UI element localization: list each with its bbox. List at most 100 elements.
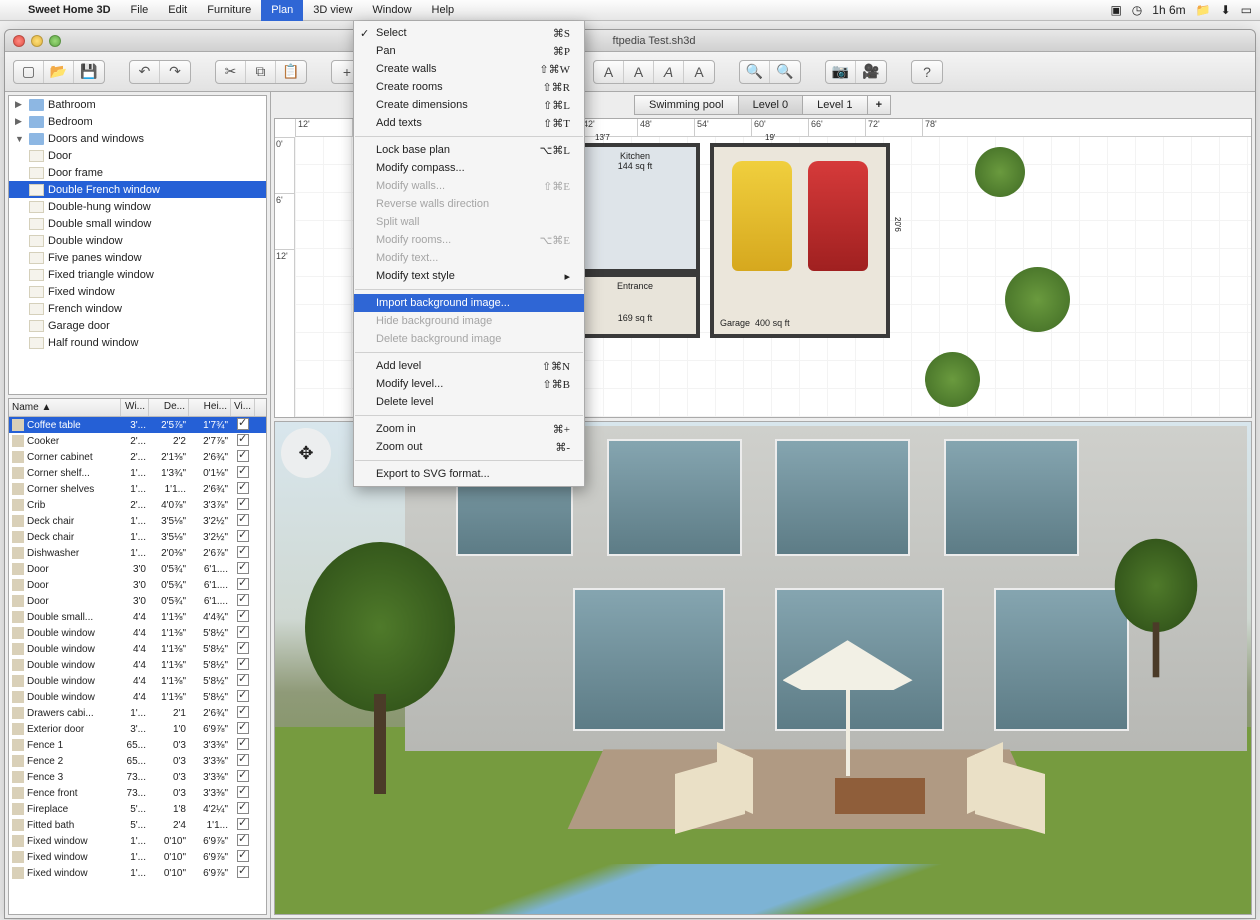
col-height[interactable]: Hei... [189,399,231,416]
decrease-button[interactable]: A [684,61,714,83]
furniture-list[interactable]: Name ▲ Wi... De... Hei... Vi... Coffee t… [8,398,267,915]
table-row[interactable]: Fitted bath5'...2'41'1... [9,817,266,833]
table-row[interactable]: Crib2'...4'0⅞"3'3⅞" [9,497,266,513]
italic-button[interactable]: A [624,61,654,83]
visible-checkbox[interactable] [237,546,249,558]
catalog-item[interactable]: Door frame [9,164,266,181]
car-yellow[interactable] [732,161,792,271]
menu-item[interactable]: Add texts⇧⌘T [354,114,584,132]
tab-swimming-pool[interactable]: Swimming pool [634,95,739,115]
table-row[interactable]: Fence 165...0'33'3⅜" [9,737,266,753]
menu-item[interactable]: Create walls⇧⌘W [354,60,584,78]
visible-checkbox[interactable] [237,850,249,862]
menu-item[interactable]: Lock base plan⌥⌘L [354,141,584,159]
visible-checkbox[interactable] [237,578,249,590]
table-row[interactable]: Fixed window1'...0'10"6'9⅞" [9,865,266,881]
table-row[interactable]: Door3'00'5¾"6'1.... [9,561,266,577]
zoom-out-button[interactable]: 🔍 [770,61,800,83]
help-button[interactable]: ? [912,61,942,83]
menu-plan[interactable]: Plan [261,0,303,21]
deck-chair-1[interactable] [675,764,745,824]
titlebar[interactable]: ftpedia Test.sh3d [5,30,1255,52]
catalog-item[interactable]: Double French window [9,181,266,198]
catalog-item[interactable]: Double-hung window [9,198,266,215]
menu-app[interactable]: Sweet Home 3D [18,0,121,21]
visible-checkbox[interactable] [237,562,249,574]
col-depth[interactable]: De... [149,399,189,416]
menu-3dview[interactable]: 3D view [303,0,362,21]
tab-add[interactable]: + [867,95,891,115]
compass-3d[interactable]: ✥ [281,428,331,478]
visible-checkbox[interactable] [237,706,249,718]
visible-checkbox[interactable] [237,754,249,766]
visible-checkbox[interactable] [237,722,249,734]
bold-button[interactable]: A [594,61,624,83]
visible-checkbox[interactable] [237,642,249,654]
menu-edit[interactable]: Edit [158,0,197,21]
visible-checkbox[interactable] [237,594,249,606]
cut-button[interactable]: ✂ [216,61,246,83]
zoom-in-button[interactable]: 🔍 [740,61,770,83]
tree-3d-left[interactable] [305,542,455,794]
visible-checkbox[interactable] [237,514,249,526]
visible-checkbox[interactable] [237,834,249,846]
increase-button[interactable]: A [654,61,684,83]
car-red[interactable] [808,161,868,271]
furniture-catalog[interactable]: ▶Bathroom▶Bedroom▼Doors and windows Door… [8,95,267,395]
menu-item[interactable]: Create rooms⇧⌘R [354,78,584,96]
menu-item[interactable]: Modify level...⇧⌘B [354,375,584,393]
visible-checkbox[interactable] [237,658,249,670]
table-row[interactable]: Door3'00'5¾"6'1.... [9,577,266,593]
visible-checkbox[interactable] [237,482,249,494]
menu-item[interactable]: Delete level [354,393,584,411]
display-icon[interactable]: ▭ [1241,3,1252,17]
room-garage[interactable]: Garage 400 sq ft [710,143,890,338]
tree-3[interactable] [925,352,980,407]
visible-checkbox[interactable] [237,610,249,622]
open-button[interactable]: 📂 [44,61,74,83]
menu-item[interactable]: ✓Select⌘S [354,24,584,42]
catalog-item[interactable]: Fixed window [9,283,266,300]
table-row[interactable]: Coffee table3'...2'5⅞"1'7¾" [9,417,266,433]
menu-item[interactable]: Modify compass... [354,159,584,177]
maximize-icon[interactable] [49,35,61,47]
table-row[interactable]: Corner shelf...1'...1'3¾"0'1⅛" [9,465,266,481]
tab-level-0[interactable]: Level 0 [738,95,803,115]
table-row[interactable]: Drawers cabi...1'...2'12'6¾" [9,705,266,721]
visible-checkbox[interactable] [237,418,249,430]
table-row[interactable]: Fence 373...0'33'3⅜" [9,769,266,785]
visible-checkbox[interactable] [237,770,249,782]
video-button[interactable]: 🎥 [856,61,886,83]
table-row[interactable]: Fence front73...0'33'3⅜" [9,785,266,801]
room-kitchen[interactable]: Kitchen 144 sq ft [570,143,700,273]
photo-button[interactable]: 📷 [826,61,856,83]
new-button[interactable]: ▢ [14,61,44,83]
menu-item[interactable]: Export to SVG format... [354,465,584,483]
copy-button[interactable]: ⧉ [246,61,276,83]
redo-button[interactable]: ↷ [160,61,190,83]
menu-furniture[interactable]: Furniture [197,0,261,21]
undo-button[interactable]: ↶ [130,61,160,83]
visible-checkbox[interactable] [237,786,249,798]
visible-checkbox[interactable] [237,450,249,462]
table-row[interactable]: Double small...4'41'1⅜"4'4¾" [9,609,266,625]
table-row[interactable]: Dishwasher1'...2'0⅜"2'6⅞" [9,545,266,561]
catalog-item[interactable]: Five panes window [9,249,266,266]
table-row[interactable]: Deck chair1'...3'5⅛"3'2½" [9,513,266,529]
folder-icon[interactable]: 📁 [1196,3,1211,17]
visible-checkbox[interactable] [237,818,249,830]
tree-3d-right[interactable] [1115,539,1198,678]
visible-checkbox[interactable] [237,498,249,510]
table-row[interactable]: Fixed window1'...0'10"6'9⅞" [9,833,266,849]
minimize-icon[interactable] [31,35,43,47]
catalog-category[interactable]: ▼Doors and windows [9,130,266,147]
menu-item[interactable]: Zoom out⌘- [354,438,584,456]
table-row[interactable]: Double window4'41'1⅜"5'8½" [9,673,266,689]
table-row[interactable]: Double window4'41'1⅜"5'8½" [9,625,266,641]
visible-checkbox[interactable] [237,690,249,702]
terminal-icon[interactable]: ▣ [1110,3,1121,17]
menu-item[interactable]: Create dimensions⇧⌘L [354,96,584,114]
umbrella[interactable] [783,640,913,776]
table-row[interactable]: Fence 265...0'33'3⅜" [9,753,266,769]
visible-checkbox[interactable] [237,738,249,750]
